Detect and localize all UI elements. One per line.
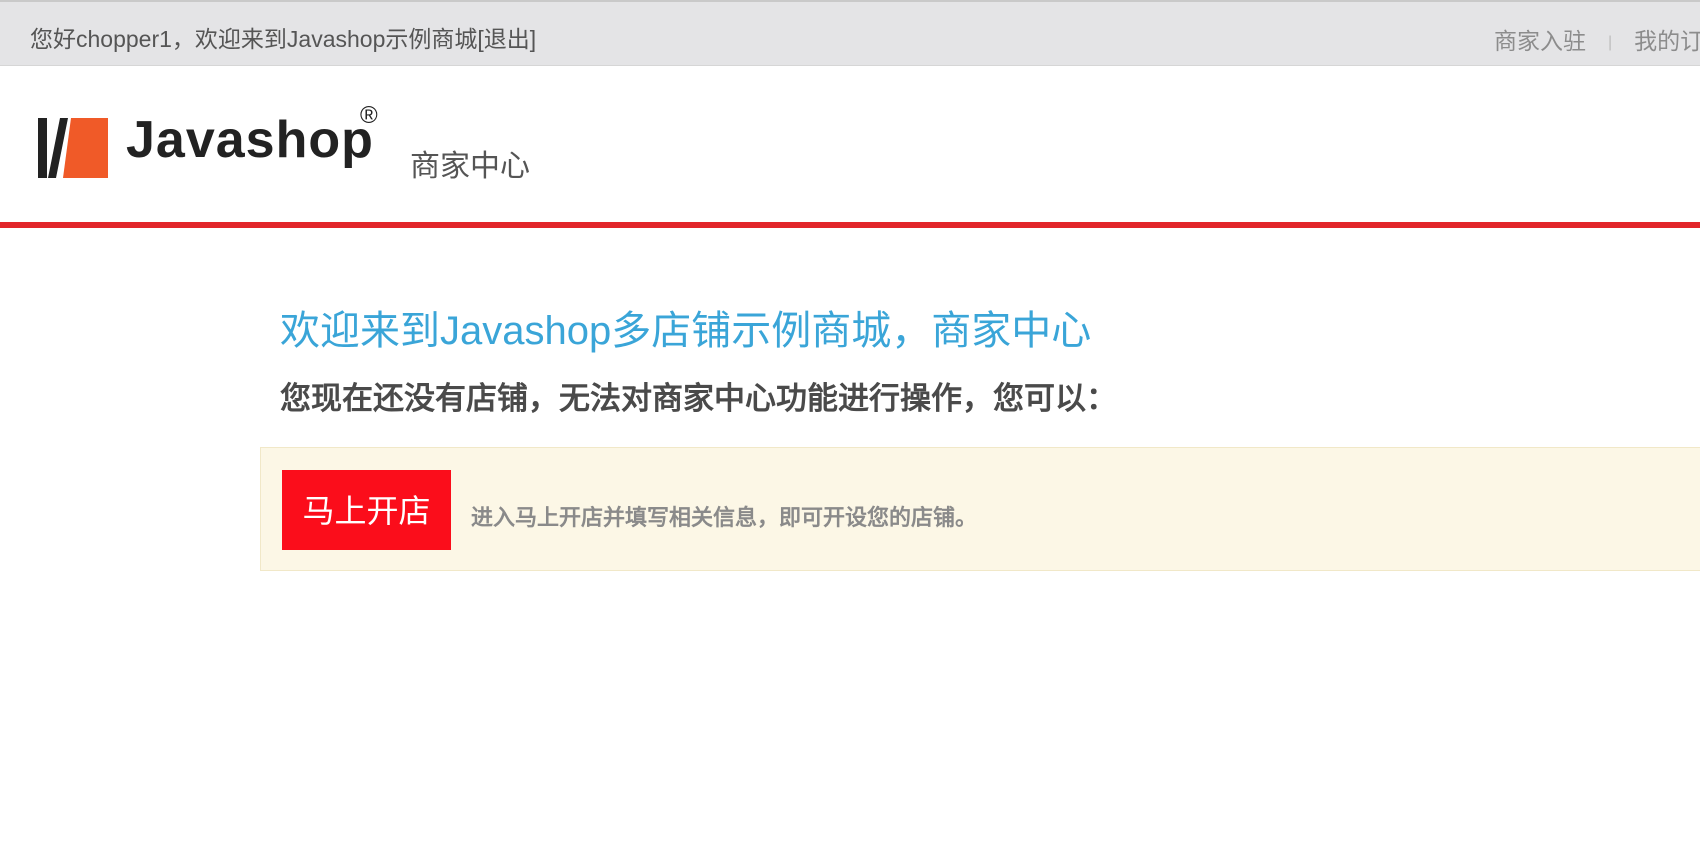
merchant-center-title: 商家中心 [410,150,530,183]
top-bar: 您好chopper1，欢迎来到Javashop示例商城[退出] 商家入驻 | 我的订 [0,0,1700,66]
javashop-logo-icon [38,118,108,178]
merchant-join-link[interactable]: 商家入驻 [1494,28,1586,54]
open-shop-panel: 马上开店 进入马上开店并填写相关信息，即可开设您的店铺。 [260,447,1700,571]
page: 您好chopper1，欢迎来到Javashop示例商城[退出] 商家入驻 | 我的订… [0,0,1700,846]
logo-text: Javashop [126,111,374,169]
open-shop-button[interactable]: 马上开店 [282,470,451,550]
logo[interactable]: Javashop ® [38,102,388,190]
logout-link[interactable]: [退出] [477,26,536,52]
greeting: 您好chopper1，欢迎来到Javashop示例商城[退出] [30,20,536,54]
registered-mark: ® [360,102,378,129]
welcome-subtitle: 您现在还没有店铺，无法对商家中心功能进行操作，您可以： [280,381,1117,416]
my-orders-link[interactable]: 我的订 [1634,28,1700,54]
greeting-text: 您好chopper1，欢迎来到Javashop示例商城 [30,26,478,52]
link-separator: | [1608,34,1613,51]
top-right-links: 商家入驻 | 我的订 [1494,22,1700,56]
open-shop-description: 进入马上开店并填写相关信息，即可开设您的店铺。 [471,505,978,530]
header: Javashop ® 商家中心 [0,66,1700,222]
header-divider [0,222,1700,228]
welcome-title: 欢迎来到Javashop多店铺示例商城，商家中心 [280,309,1092,353]
